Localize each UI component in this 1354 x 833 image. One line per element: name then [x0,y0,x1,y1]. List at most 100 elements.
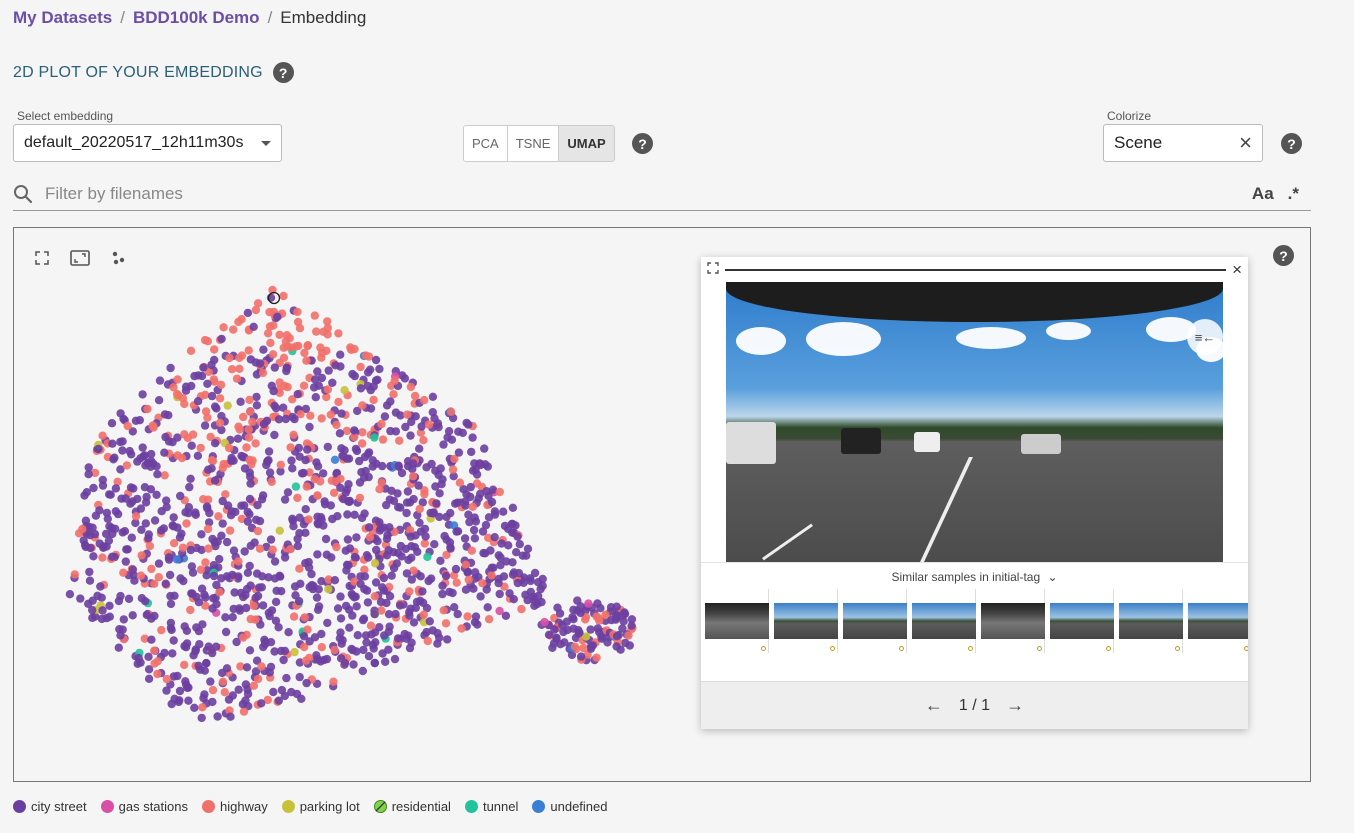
scatter-point[interactable] [478,579,487,588]
scatter-point[interactable] [121,557,130,566]
scatter-point[interactable] [345,623,354,632]
scatter-point[interactable] [284,628,293,637]
scatter-point[interactable] [128,611,137,620]
legend-item-city-street[interactable]: city street [13,799,87,814]
scatter-point[interactable] [194,371,203,380]
scatter-point[interactable] [197,530,206,539]
scatter-point[interactable] [98,606,107,615]
thumbnail[interactable] [774,589,838,653]
scatter-point[interactable] [198,703,207,712]
scatter-point[interactable] [140,483,150,492]
scatter-point[interactable] [166,623,176,633]
scatter-point[interactable] [430,540,439,549]
scatter-point[interactable] [85,531,95,540]
scatter-point[interactable] [114,596,124,606]
scatter-point[interactable] [105,612,115,621]
scatter-point[interactable] [180,660,189,670]
scatter-point[interactable] [314,602,324,611]
scatter-point[interactable] [363,381,372,391]
scatter-point[interactable] [268,350,278,359]
scatter-point[interactable] [470,534,480,543]
scatter-point[interactable] [370,433,379,442]
scatter-point[interactable] [593,624,603,633]
scatter-point[interactable] [203,413,212,422]
scatter-point[interactable] [119,568,128,577]
scatter-point[interactable] [311,375,320,384]
scatter-point[interactable] [142,610,151,620]
scatter-point[interactable] [324,366,333,375]
scatter-point[interactable] [446,407,456,416]
scatter-point[interactable] [481,460,490,469]
scatter-point[interactable] [447,435,457,444]
scatter-point[interactable] [311,393,320,402]
scatter-point[interactable] [186,474,195,483]
scatter-point[interactable] [432,499,441,508]
scatter-point[interactable] [508,503,518,512]
scatter-point[interactable] [366,404,376,413]
scatter-point[interactable] [117,494,126,503]
scatter-point[interactable] [511,521,520,530]
scatter-point[interactable] [437,480,446,489]
scatter-point[interactable] [240,464,250,473]
scatter-point[interactable] [286,545,295,554]
scatter-point[interactable] [270,363,279,372]
scatter-point[interactable] [391,408,401,417]
scatter-point[interactable] [133,494,142,504]
scatter-point[interactable] [253,591,263,601]
scatter-point[interactable] [470,459,479,468]
scatter-point[interactable] [441,619,451,628]
scatter-point[interactable] [173,523,182,532]
scatter-point[interactable] [252,569,262,578]
scatter-point[interactable] [244,346,253,355]
scatter-point[interactable] [299,632,309,641]
scatter-point[interactable] [283,488,293,497]
scatter-point[interactable] [384,627,393,636]
scatter-point[interactable] [175,686,185,696]
scatter-point[interactable] [425,617,434,626]
scatter-point[interactable] [540,617,549,627]
scatter-point[interactable] [134,653,143,663]
scatter-point[interactable] [317,643,326,652]
scatter-point[interactable] [210,439,220,448]
scatter-point[interactable] [290,647,299,657]
scatter-point[interactable] [445,587,454,597]
scatter-point[interactable] [227,365,237,374]
scatter-point[interactable] [165,570,175,580]
scatter-point[interactable] [367,630,376,639]
scatter-point[interactable] [99,543,108,552]
scatter-point[interactable] [355,456,364,466]
legend-item-highway[interactable]: highway [202,799,268,814]
scatter-point[interactable] [313,491,322,500]
scatter-point[interactable] [147,457,156,466]
legend-item-residential[interactable]: residential [373,799,451,814]
scatter-point[interactable] [213,537,222,546]
scatter-point[interactable] [446,508,455,518]
scatter-point[interactable] [612,602,621,611]
scatter-point[interactable] [384,645,393,654]
scatter-point[interactable] [313,550,322,559]
scatter-point[interactable] [253,299,263,308]
scatter-point[interactable] [336,350,345,359]
scatter-point[interactable] [406,382,416,392]
toggle-umap[interactable]: UMAP [559,126,614,161]
scatter-point[interactable] [228,570,237,580]
scatter-point[interactable] [612,642,621,651]
scatter-point[interactable] [152,490,161,499]
scatter-point[interactable] [183,433,192,443]
scatter-point[interactable] [424,420,434,429]
scatter-point[interactable] [123,545,132,554]
thumbnail[interactable] [1188,589,1248,653]
scatter-point[interactable] [218,668,227,678]
scatter-point[interactable] [175,533,185,542]
scatter-point[interactable] [275,330,284,339]
scatter-point[interactable] [451,564,461,574]
scatter-point[interactable] [332,542,341,552]
scatter-point[interactable] [331,361,340,370]
scatter-point[interactable] [186,346,196,355]
scatter-point[interactable] [295,452,304,461]
scatter-point[interactable] [454,448,464,457]
scatter-point[interactable] [98,475,108,485]
scatter-point[interactable] [553,603,562,612]
toggle-pca[interactable]: PCA [464,126,508,161]
scatter-point[interactable] [344,480,353,489]
